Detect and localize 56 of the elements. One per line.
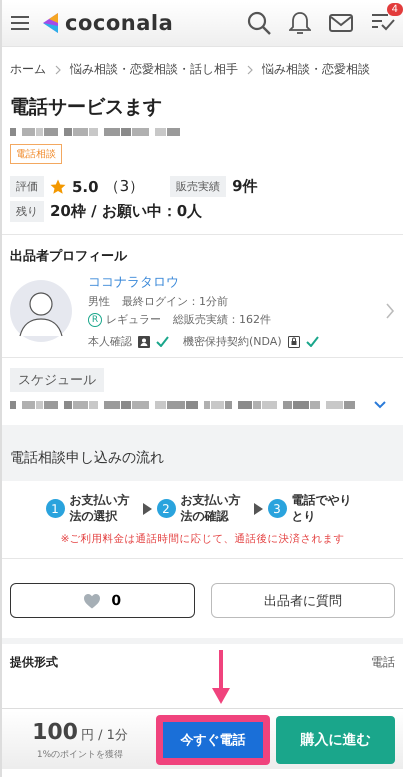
triangle-right-icon <box>254 502 262 515</box>
search-icon[interactable] <box>247 11 271 35</box>
remaining-slots: 20枠 / お願い中：0人 <box>50 202 202 221</box>
pointer-arrow <box>211 650 231 704</box>
rating-value: 5.0 <box>72 178 99 196</box>
like-button[interactable]: 0 <box>10 583 194 618</box>
points-note: 1%のポイントを獲得 <box>36 748 124 760</box>
sales-count: 9件 <box>232 177 258 196</box>
notification-badge: 4 <box>386 3 403 16</box>
like-count: 0 <box>111 592 122 609</box>
step-text: お支払い方法の選択 <box>70 493 130 524</box>
last-login: 最終ログイン：1分前 <box>122 294 228 309</box>
chevron-down-icon[interactable] <box>373 400 387 409</box>
breadcrumb-link[interactable]: ホーム <box>10 61 46 78</box>
chevron-right-icon <box>54 64 62 74</box>
step-text: 電話でやりとり <box>292 493 352 524</box>
lock-icon <box>288 336 300 348</box>
star-icon <box>50 178 66 194</box>
review-count[interactable]: （3） <box>104 177 144 196</box>
seller-gender: 男性 <box>88 294 110 309</box>
checklist-icon[interactable] <box>371 11 395 31</box>
triangle-right-icon <box>142 502 152 515</box>
bell-icon[interactable] <box>289 11 311 35</box>
verification-label: 本人確認 <box>88 334 132 349</box>
avatar-icon[interactable] <box>10 280 72 342</box>
price-value: 100 <box>32 720 78 744</box>
stat-label: 販売実績 <box>170 176 226 197</box>
step-number: 2 <box>156 499 176 518</box>
page-title: 電話サービスます <box>10 95 163 120</box>
step-number: 3 <box>268 499 286 518</box>
mail-icon[interactable] <box>329 14 353 32</box>
rank-mark: R <box>88 312 102 326</box>
menu-icon[interactable] <box>10 15 30 31</box>
call-now-button[interactable]: 今すぐ電話 <box>163 722 263 758</box>
chevron-right-icon <box>246 64 254 74</box>
ask-seller-button[interactable]: 出品者に質問 <box>210 583 395 618</box>
breadcrumb-link[interactable]: 悩み相談・恋愛相談・話し相手 <box>70 61 238 78</box>
breadcrumb-link[interactable]: 悩み相談・恋愛相談 <box>262 61 370 78</box>
id-card-icon <box>138 336 150 348</box>
step-number: 1 <box>46 499 64 518</box>
price-unit: 円 / 1分 <box>81 726 128 744</box>
stat-label: 残り <box>10 201 44 222</box>
total-sales: 総販売実績：162件 <box>173 312 271 327</box>
schedule-label: スケジュール <box>10 368 104 392</box>
heart-icon <box>83 592 102 609</box>
detail-label: 提供形式 <box>10 654 58 672</box>
verification-label: 機密保持契約(NDA) <box>183 334 282 349</box>
logo-text[interactable]: coconala <box>65 11 174 35</box>
seller-rank: レギュラー <box>106 312 161 327</box>
step-text: お支払い方法の確認 <box>180 493 242 524</box>
detail-value: 電話 <box>371 654 395 672</box>
seller-name[interactable]: ココナラタロウ <box>88 273 369 291</box>
notice-text: ※ご利用料金は通話時間に応じて、通話後に決済されます <box>60 532 346 546</box>
section-heading: 出品者プロフィール <box>10 248 128 265</box>
stat-label: 評価 <box>10 176 44 197</box>
section-heading: 電話相談申し込みの流れ <box>10 449 165 467</box>
